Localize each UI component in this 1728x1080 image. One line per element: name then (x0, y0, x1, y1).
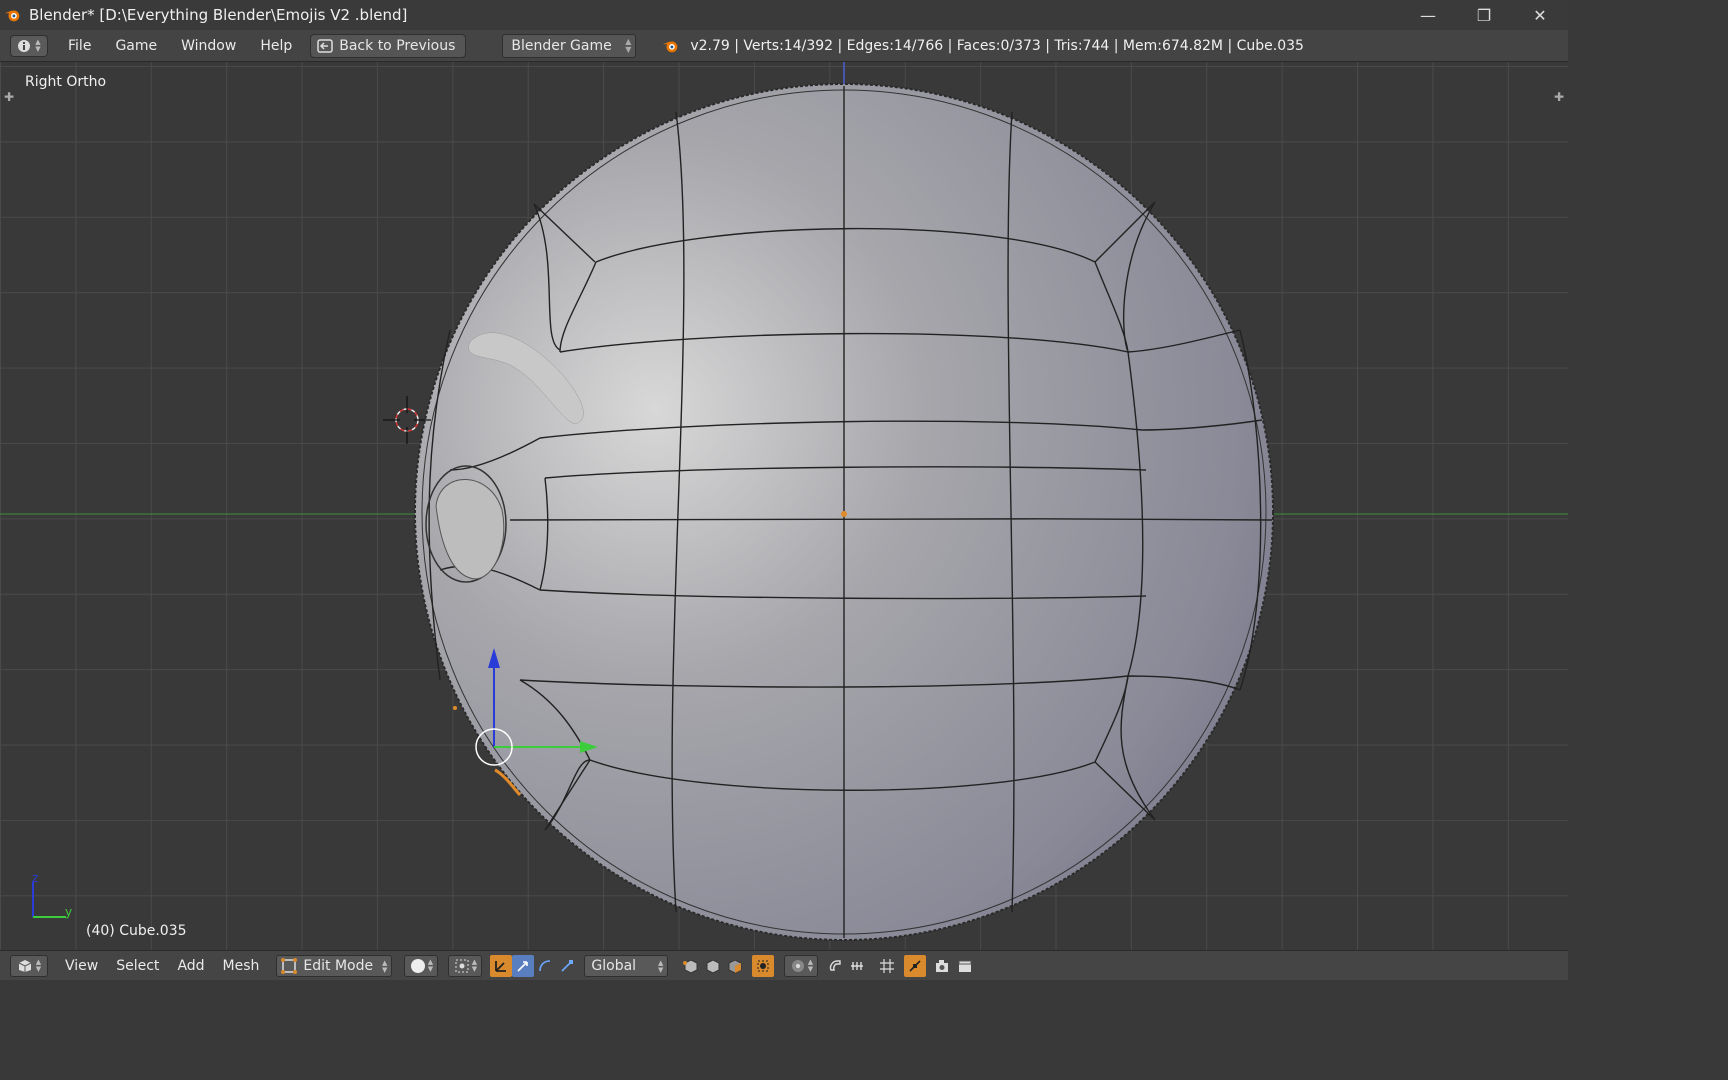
editor-type-button[interactable]: ▲ ▼ (10, 954, 48, 977)
scale-toggle[interactable] (556, 955, 578, 977)
solid-shading-icon (410, 958, 425, 973)
restore-button[interactable]: ❐ (1456, 0, 1512, 30)
opengl-animation-button[interactable] (954, 955, 976, 977)
viewport-shading-select[interactable]: ▲ ▼ (404, 954, 439, 977)
grid-icon (880, 958, 895, 973)
snap-increment-icon (851, 961, 864, 970)
magnet-icon (830, 959, 842, 971)
chevron-updown-icon: ▲ ▼ (427, 957, 434, 973)
chevron-updown-icon: ▲ ▼ (35, 37, 41, 53)
axis-indicator: z y (32, 872, 72, 919)
manipulator-icon (495, 960, 507, 972)
pivot-point-select[interactable]: ▲ ▼ (448, 954, 483, 977)
menu-select[interactable]: Select (107, 958, 168, 974)
proportional-edit-select[interactable]: ▲ ▼ (784, 954, 819, 977)
scene-statistics: v2.79 | Verts:14/392 | Edges:14/766 | Fa… (690, 37, 1304, 54)
vertex-select-toggle[interactable] (680, 955, 702, 977)
chevron-updown-icon: ▲ ▼ (625, 36, 632, 54)
edge-select-toggle[interactable] (702, 955, 724, 977)
snap-target-toggle[interactable] (876, 955, 898, 977)
occlude-geometry-toggle[interactable] (752, 954, 775, 977)
blender-logo-icon (4, 10, 20, 22)
snap-element-select[interactable] (846, 955, 868, 977)
minimize-button[interactable]: — (1400, 0, 1456, 30)
chevron-updown-icon: ▲ ▼ (382, 958, 388, 974)
info-icon (18, 39, 31, 52)
mesh-view (0, 62, 1568, 941)
close-button[interactable]: ✕ (1512, 0, 1568, 30)
title-bar: Blender* [D:\Everything Blender\Emojis V… (0, 0, 1568, 30)
transform-orientation-select[interactable]: Global ▲ ▼ (584, 954, 669, 977)
menu-window[interactable]: Window (169, 34, 248, 58)
pivot-icon (455, 959, 469, 972)
proportional-edit-icon (791, 959, 804, 972)
chevron-updown-icon: ▲ ▼ (35, 957, 42, 973)
edit-mode-icon (281, 957, 298, 974)
menu-help[interactable]: Help (248, 34, 304, 58)
viewport-header: ▲ ▼ View Select Add Mesh Edit Mode ▲ ▼ ▲ ▼ … (0, 950, 1568, 980)
occlude-icon (757, 960, 769, 971)
back-icon (317, 38, 333, 53)
menu-add[interactable]: Add (168, 958, 213, 974)
manipulator-toggle[interactable] (490, 954, 513, 977)
translate-toggle[interactable] (512, 954, 535, 977)
origin-point[interactable] (841, 511, 847, 517)
render-engine-select[interactable]: Blender Game ▲ ▼ (502, 33, 637, 58)
opengl-render-button[interactable] (932, 955, 954, 977)
chevron-updown-icon: ▲ ▼ (807, 957, 814, 973)
vertex-select-icon (683, 958, 698, 974)
render-engine-value: Blender Game (511, 37, 612, 54)
mode-value: Edit Mode (303, 957, 374, 974)
chevron-updown-icon: ▲ ▼ (658, 958, 664, 974)
window-title: Blender* [D:\Everything Blender\Emojis V… (29, 6, 408, 24)
edge-select-icon (706, 958, 720, 974)
menu-game[interactable]: Game (103, 34, 169, 58)
close-icon: ✕ (1533, 5, 1547, 25)
blender-logo-icon (663, 41, 678, 52)
3d-view-icon (18, 959, 32, 972)
rotate-toggle[interactable] (534, 955, 556, 977)
axis-z-label: z (32, 872, 38, 885)
axis-y-label: y (65, 905, 72, 919)
auto-merge-toggle[interactable] (904, 954, 927, 977)
clapper-icon (958, 960, 972, 972)
minimize-icon: — (1420, 5, 1436, 25)
3d-viewport[interactable]: Right Ortho ✚ ✚ z y (40) Cube.035 (0, 62, 1568, 950)
camera-icon (936, 959, 949, 972)
menu-file[interactable]: File (56, 34, 103, 58)
chevron-updown-icon: ▲ ▼ (471, 957, 478, 973)
back-to-previous-button[interactable]: Back to Previous (310, 33, 467, 58)
scale-icon (561, 959, 574, 972)
translate-icon (517, 960, 529, 972)
auto-merge-icon (909, 959, 921, 972)
interaction-mode-select[interactable]: Edit Mode ▲ ▼ (276, 954, 393, 977)
menu-mesh[interactable]: Mesh (214, 958, 269, 974)
rotate-icon (539, 959, 551, 971)
restore-icon: ❐ (1476, 5, 1492, 25)
orientation-value: Global (591, 957, 637, 974)
face-select-icon (728, 958, 742, 974)
info-header: ▲ ▼ File Game Window Help Back to Previou… (0, 30, 1568, 62)
face-select-toggle[interactable] (724, 955, 746, 977)
snap-toggle[interactable] (824, 955, 846, 977)
back-label: Back to Previous (339, 37, 456, 54)
menu-view[interactable]: View (56, 958, 107, 974)
editor-type-button[interactable]: ▲ ▼ (10, 34, 48, 57)
active-object-label: (40) Cube.035 (86, 923, 187, 939)
